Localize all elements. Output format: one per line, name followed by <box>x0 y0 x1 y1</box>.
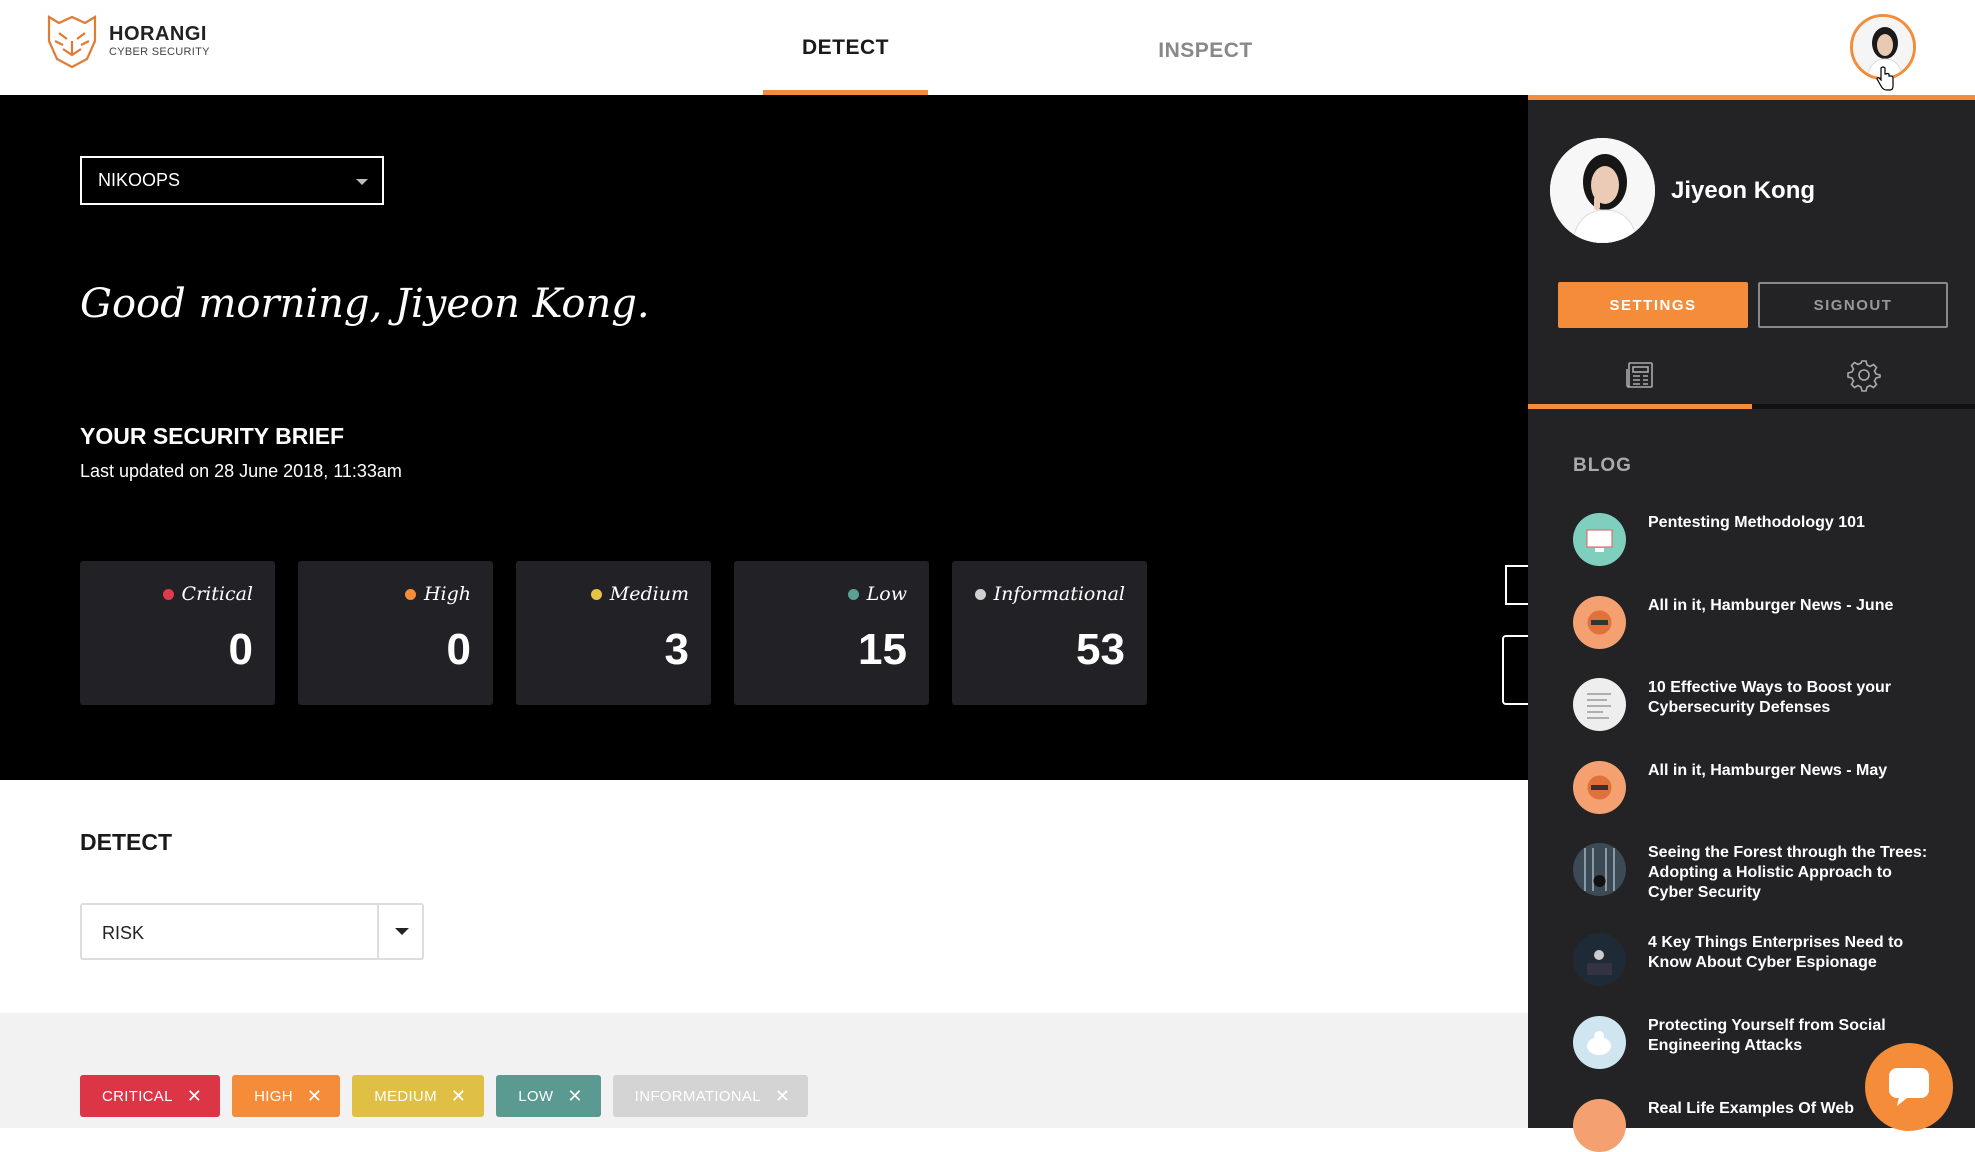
card-high[interactable]: High 0 <box>298 561 493 705</box>
chip-informational[interactable]: INFORMATIONAL ✕ <box>612 1075 809 1117</box>
logo-subtitle: CYBER SECURITY <box>109 46 210 58</box>
chip-label: CRITICAL <box>102 1087 173 1105</box>
card-value: 3 <box>664 625 689 674</box>
chevron-down-icon <box>356 179 368 185</box>
high-dot-icon <box>404 588 416 600</box>
chip-critical[interactable]: CRITICAL ✕ <box>80 1075 221 1117</box>
chip-label: LOW <box>518 1087 554 1105</box>
blog-title: All in it, Hamburger News - June <box>1648 597 1894 614</box>
horangi-logo[interactable]: HORANGI CYBER SECURITY <box>43 11 210 71</box>
card-low[interactable]: Low 15 <box>734 561 929 705</box>
sort-by-value: RISK <box>102 923 145 943</box>
blog-thumbnail <box>1573 678 1626 731</box>
blog-thumbnail <box>1573 761 1626 814</box>
low-dot-icon <box>847 588 859 600</box>
card-value: 15 <box>858 625 907 674</box>
blog-heading: BLOG <box>1573 455 1632 476</box>
medium-dot-icon <box>590 588 602 600</box>
blog-thumbnail <box>1573 513 1626 566</box>
brief-title: YOUR SECURITY BRIEF <box>80 423 345 449</box>
logo-name: HORANGI <box>109 23 207 45</box>
blog-title: All in it, Hamburger News - May <box>1648 762 1888 779</box>
top-header: HORANGI CYBER SECURITY DETECT INSPECT <box>0 0 1975 95</box>
tiger-logo-icon <box>47 15 97 69</box>
card-label: Informational <box>993 583 1125 605</box>
card-medium[interactable]: Medium 3 <box>516 561 711 705</box>
blog-thumbnail <box>1573 596 1626 649</box>
user-panel: Jiyeon Kong SETTINGS SIGNOUT BLOG Pentes… <box>1528 95 1975 1152</box>
chip-label: INFORMATIONAL <box>634 1087 761 1105</box>
tab-blog[interactable] <box>1528 345 1751 405</box>
card-label: High <box>423 583 471 605</box>
blog-item[interactable]: 4 Key Things Enterprises Need to Know Ab… <box>1573 933 1938 986</box>
hand-cursor-icon <box>1876 66 1894 91</box>
tab-detect-label: DETECT <box>802 35 889 59</box>
tab-settings[interactable] <box>1752 345 1975 405</box>
close-icon[interactable]: ✕ <box>567 1086 582 1107</box>
active-tab-indicator <box>1528 404 1752 409</box>
chip-label: HIGH <box>254 1087 293 1105</box>
chip-medium[interactable]: MEDIUM ✕ <box>352 1075 485 1117</box>
organization-select[interactable]: NIKOOPS <box>80 156 384 205</box>
tab-inspect-label: INSPECT <box>1158 38 1253 62</box>
detect-section: DETECT RISK <box>0 780 1528 1013</box>
close-icon[interactable]: ✕ <box>451 1086 466 1107</box>
card-informational[interactable]: Informational 53 <box>952 561 1147 705</box>
informational-dot-icon <box>974 588 986 600</box>
chip-low[interactable]: LOW ✕ <box>496 1075 601 1117</box>
severity-cards: Critical 0 High 0 Medium 3 Low 15 Inform… <box>80 561 1147 705</box>
card-value: 53 <box>1076 625 1125 674</box>
blog-item[interactable]: All in it, Hamburger News - May <box>1573 761 1938 814</box>
blog-title: Seeing the Forest through the Trees: Ado… <box>1648 844 1928 901</box>
severity-filter-chips: CRITICAL ✕ HIGH ✕ MEDIUM ✕ LOW ✕ INFORMA… <box>80 1075 809 1117</box>
blog-item[interactable]: Pentesting Methodology 101 <box>1573 513 1938 566</box>
blog-thumbnail <box>1573 1099 1626 1152</box>
card-label: Critical <box>181 583 253 605</box>
chevron-down-icon <box>395 928 409 935</box>
close-icon[interactable]: ✕ <box>307 1086 322 1107</box>
card-value: 0 <box>228 625 253 674</box>
detect-title: DETECT <box>80 829 172 855</box>
gear-icon <box>1846 360 1881 392</box>
tab-inspect[interactable]: INSPECT <box>1123 3 1288 98</box>
settings-button[interactable]: SETTINGS <box>1558 282 1748 328</box>
blog-item[interactable]: Seeing the Forest through the Trees: Ado… <box>1573 843 1938 903</box>
panel-accent-line <box>1528 95 1975 100</box>
blog-title: 4 Key Things Enterprises Need to Know Ab… <box>1648 934 1904 971</box>
user-avatar-large <box>1550 138 1655 243</box>
blog-title: Pentesting Methodology 101 <box>1648 514 1865 531</box>
close-icon[interactable]: ✕ <box>775 1086 790 1107</box>
security-brief-hero: NIKOOPS Good morning, Jiyeon Kong. YOUR … <box>0 95 1535 780</box>
close-icon[interactable]: ✕ <box>187 1086 202 1107</box>
blog-item[interactable]: All in it, Hamburger News - June <box>1573 596 1938 649</box>
card-label: Low <box>866 583 907 605</box>
organization-select-value: NIKOOPS <box>98 170 181 190</box>
critical-dot-icon <box>162 588 174 600</box>
blog-thumbnail <box>1573 843 1626 896</box>
avatar-image <box>1550 138 1655 243</box>
blog-thumbnail <box>1573 933 1626 986</box>
inactive-tab-indicator <box>1752 404 1975 409</box>
card-label: Medium <box>609 583 689 605</box>
select-divider <box>377 905 379 958</box>
chip-label: MEDIUM <box>374 1087 437 1105</box>
newspaper-icon <box>1625 362 1653 388</box>
blog-item[interactable]: 10 Effective Ways to Boost your Cybersec… <box>1573 678 1938 731</box>
chat-bubble-icon <box>1889 1068 1929 1106</box>
blog-title: 10 Effective Ways to Boost your Cybersec… <box>1648 679 1892 716</box>
chat-button[interactable] <box>1865 1043 1953 1131</box>
signout-button[interactable]: SIGNOUT <box>1758 282 1948 328</box>
card-critical[interactable]: Critical 0 <box>80 561 275 705</box>
brief-last-updated: Last updated on 28 June 2018, 11:33am <box>80 461 402 481</box>
chip-high[interactable]: HIGH ✕ <box>232 1075 341 1117</box>
blog-thumbnail <box>1573 1016 1626 1069</box>
tab-detect[interactable]: DETECT <box>763 0 928 95</box>
user-name: Jiyeon Kong <box>1671 177 1816 204</box>
filter-chips-area: CRITICAL ✕ HIGH ✕ MEDIUM ✕ LOW ✕ INFORMA… <box>0 1013 1528 1128</box>
card-value: 0 <box>446 625 471 674</box>
greeting: Good morning, Jiyeon Kong. <box>80 281 650 327</box>
sort-by-select[interactable]: RISK <box>80 903 424 960</box>
